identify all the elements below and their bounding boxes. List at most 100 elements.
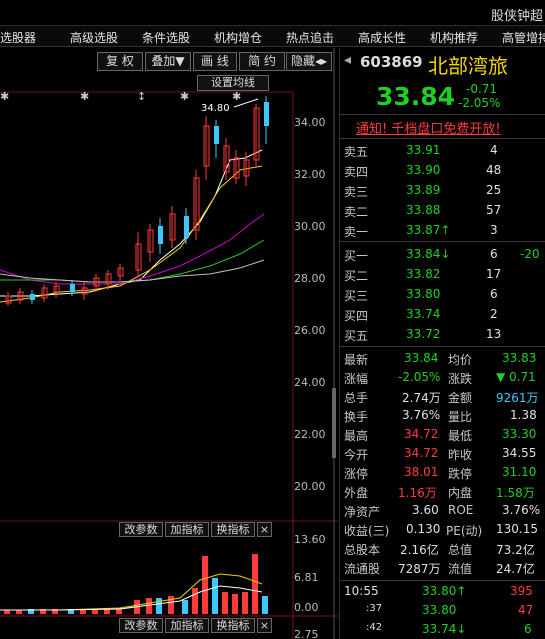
candle (233, 150, 240, 184)
stat-row: 净资产 3.60 ROE 3.76% (344, 503, 541, 519)
change-params-button[interactable]: 改参数 (119, 522, 163, 537)
add-indicator-button[interactable]: 加指标 (165, 522, 209, 537)
candle (147, 224, 154, 262)
stat-row: 涨停 38.01 跌停 31.10 (344, 465, 537, 481)
candle (193, 170, 200, 240)
ma60-line (0, 259, 265, 283)
nav-item[interactable]: 选股器 (0, 29, 36, 46)
nav-item[interactable]: 机构增仓 (214, 29, 262, 46)
volume-bar (202, 556, 208, 614)
price-tick: 28.00 (294, 272, 326, 285)
marker-star-icon: ✱ (80, 90, 89, 103)
candle (253, 104, 260, 168)
quote-panel: ◂ 603869 北部湾旅 33.84 -0.71 -2.05% 通知! 千档盘… (339, 48, 545, 639)
marker-star-icon: ✱ (232, 90, 241, 103)
close-icon[interactable]: × (257, 522, 272, 537)
volume-tick: 13.60 (294, 533, 326, 546)
nav-item[interactable]: 高管增持 (502, 29, 545, 46)
candle (214, 120, 219, 158)
price-tick: 32.00 (294, 168, 326, 181)
price-change: -0.71 (466, 82, 498, 96)
stat-row: 流通股 7287万 流值 24.7亿 (344, 562, 535, 576)
volume-bar (182, 600, 188, 614)
top-nav: 选股器 高级选股 条件选股 机构增仓 热点追击 高成长性 机构推荐 高管增持 (0, 26, 545, 47)
price-tick: 20.00 (294, 480, 326, 493)
ask-row: 卖五 33.91 4 (344, 143, 498, 159)
stat-row: 今开 34.72 昨收 34.55 (344, 446, 537, 462)
ask-row: 卖二 33.88 57 (344, 203, 502, 219)
nav-item[interactable]: 机构推荐 (430, 29, 478, 46)
nav-item[interactable]: 条件选股 (142, 29, 190, 46)
window-title: 股侠钟超 (491, 9, 544, 24)
volume-bar (222, 592, 228, 614)
price-tick: 22.00 (294, 428, 326, 441)
stat-row: 换手 3.76% 量比 1.38 (344, 408, 537, 424)
volume-bar (262, 596, 268, 614)
marker-arrow-icon: ↕ (137, 90, 146, 103)
bid-row: 买五 33.72 13 (344, 327, 502, 343)
candle (53, 282, 60, 298)
nav-item[interactable]: 高级选股 (70, 29, 118, 46)
stat-row: 最高 34.72 最低 33.30 (344, 427, 537, 443)
stat-row: 最新 33.84 均价 33.83 (344, 351, 537, 367)
bid-row: 买一 33.84↓ 6 -20 (344, 247, 540, 263)
chart-canvas: ✱ ✱ ↕ ✱ ✱ 34.80 (0, 48, 338, 639)
change-params-button[interactable]: 改参数 (119, 618, 163, 633)
volume-bar (232, 594, 238, 614)
candle (158, 218, 163, 254)
indicator-tick: 2.75 (294, 628, 319, 639)
price-tick: 26.00 (294, 324, 326, 337)
volume-bar (4, 610, 10, 614)
stat-row: 总手 2.74万 金额 9261万 (344, 391, 539, 405)
volume-bar (146, 598, 152, 614)
nav-item[interactable]: 高成长性 (358, 29, 406, 46)
bid-row: 买二 33.82 17 (344, 267, 502, 283)
tick-row: :42 33.74↓ 6 (366, 622, 532, 636)
candle (41, 284, 48, 302)
title-bar: 股侠钟超 (0, 0, 545, 26)
switch-indicator-button[interactable]: 换指标 (211, 522, 255, 537)
ask-row: 卖三 33.89 25 (344, 183, 502, 199)
trading-window: { "topbar":{"right_title":"股侠钟超"}, "nav"… (0, 0, 545, 639)
price-change-pct: -2.05% (458, 96, 501, 110)
volume-bar (156, 598, 162, 614)
tick-row: 10:55 33.80↑ 395 (344, 584, 533, 598)
price-tick: 34.00 (294, 116, 326, 129)
stat-row: 收益(三) 0.130 PE(动) 130.15 (344, 522, 538, 538)
splitter-handle (332, 388, 336, 458)
volume-bar (16, 610, 22, 614)
ma30-line (0, 239, 265, 283)
close-icon[interactable]: × (257, 618, 272, 633)
notice-link[interactable]: 通知! 千档盘口免费开放! (356, 118, 501, 137)
volume-tick: 6.81 (294, 571, 319, 584)
candle (135, 232, 142, 278)
candle (203, 116, 210, 180)
volume-bar (80, 610, 86, 614)
stock-code: 603869 (360, 53, 423, 71)
volume-bar (252, 554, 258, 614)
volume-bar (192, 588, 198, 614)
add-indicator-button[interactable]: 加指标 (165, 618, 209, 633)
candle (264, 96, 269, 144)
ask-row: 卖一 33.87↑ 3 (344, 223, 498, 239)
stat-row: 涨幅 -2.05% 涨跌 ▼ 0.71 (344, 370, 536, 386)
bid-row: 买四 33.74 2 (344, 307, 498, 323)
last-price: 33.84 (376, 82, 456, 111)
candle (169, 206, 176, 248)
volume-bar (212, 578, 218, 614)
stat-row: 总股本 2.16亿 总值 73.2亿 (344, 543, 535, 557)
stock-name: 北部湾旅 (428, 54, 508, 78)
candle (81, 282, 88, 300)
ma5-line (0, 149, 263, 297)
stat-row: 外盘 1.16万 内盘 1.58万 (344, 486, 535, 500)
ask-row: 卖四 33.90 48 (344, 163, 502, 179)
marker-star-icon: ✱ (0, 90, 9, 103)
nav-item[interactable]: 热点追击 (286, 29, 334, 46)
volume-bar (242, 592, 248, 614)
tick-row: :37 33.80 47 (366, 603, 534, 617)
price-tick: 30.00 (294, 220, 326, 233)
candle (5, 292, 12, 306)
switch-indicator-button[interactable]: 换指标 (211, 618, 255, 633)
kline-chart-panel: 复 权 叠加▼ 画 线 简 约 隐藏◂▸ 设置均线 ✱ ✱ ↕ ✱ ✱ 34.8… (0, 48, 338, 639)
prev-stock-icon[interactable]: ◂ (344, 52, 356, 72)
